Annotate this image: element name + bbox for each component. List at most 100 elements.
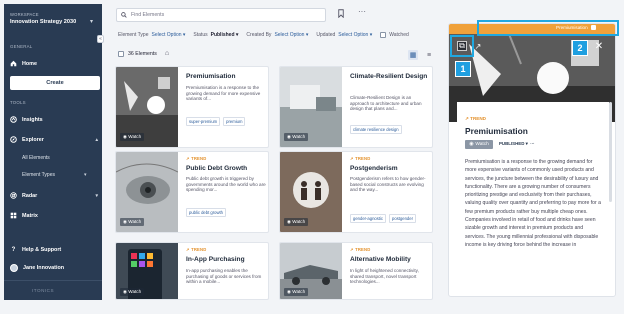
element-card[interactable]: ◉ Watch Climate-Resilient Design Climate… xyxy=(279,66,433,148)
card-description: Public debt growth is triggered by gover… xyxy=(186,176,266,193)
avatar xyxy=(10,263,18,272)
radar-icon xyxy=(10,192,17,199)
search-bar[interactable]: Find Elements xyxy=(116,8,326,22)
chevron-up-icon[interactable]: ▴ xyxy=(95,137,98,143)
filter-created-by-select[interactable]: Select Option ▾ xyxy=(274,32,308,38)
card-title: Postgenderism xyxy=(350,165,398,172)
element-card[interactable]: ◉ Watch ↗ TREND Public Debt Growth Publi… xyxy=(115,151,269,233)
annotation-badge-2: 2 xyxy=(572,40,588,56)
insights-icon xyxy=(10,116,17,123)
chevron-down-icon[interactable]: ▾ xyxy=(95,193,98,199)
filter-updated-select[interactable]: Select Option ▾ xyxy=(338,32,372,38)
watched-label: Watched xyxy=(389,31,409,38)
grid-view-icon[interactable]: ▦ xyxy=(408,50,418,60)
help-icon: ? xyxy=(11,246,16,253)
watch-badge[interactable]: ◉ Watch xyxy=(284,288,309,296)
card-description: Climate-Resilient Design is an approach … xyxy=(350,95,422,112)
sidebar-item-matrix[interactable]: Matrix xyxy=(10,210,98,221)
filter-updated-label: Updated xyxy=(316,31,336,38)
bookmark-icon[interactable] xyxy=(337,9,345,20)
watch-badge[interactable]: ◉ Watch xyxy=(120,288,145,296)
pin-icon xyxy=(590,25,596,30)
watched-checkbox[interactable] xyxy=(380,31,387,38)
filter-status-label: Status xyxy=(193,31,208,38)
card-description: In-app purchasing enables the purchasing… xyxy=(186,268,262,285)
list-view-icon[interactable]: ≡ xyxy=(424,50,434,60)
card-tags: public debt growth xyxy=(186,208,226,217)
card-tags: super-premium premium xyxy=(186,117,246,126)
sidebar-item-help[interactable]: ? Help & Support xyxy=(10,244,98,255)
tag[interactable]: gender-agnostic xyxy=(350,214,387,223)
panel-pin-label[interactable]: Premiumisation xyxy=(556,25,596,30)
search-icon xyxy=(121,12,127,18)
element-card[interactable]: ◉ Watch ↗ TREND Postgenderism Postgender… xyxy=(279,151,433,233)
card-tags: gender-agnostic postgender xyxy=(350,214,416,223)
workspace-name[interactable]: Innovation Strategy 2030 xyxy=(10,19,76,25)
watch-badge[interactable]: ◉ Watch xyxy=(284,133,309,141)
trend-label: ↗ TREND xyxy=(186,156,207,161)
create-button[interactable]: Create xyxy=(10,76,100,90)
watch-badge[interactable]: ◉ Watch xyxy=(284,218,309,226)
card-title: Premiumisation xyxy=(186,73,236,80)
card-description: Premiumisation is a response to the grow… xyxy=(186,85,261,102)
detail-panel: ↗ TREND Premiumisation ◉ Watch PUBLISHED… xyxy=(448,23,616,297)
collapse-sidebar-button[interactable]: « xyxy=(97,35,104,43)
search-input[interactable]: Find Elements xyxy=(131,12,164,18)
sidebar-item-home[interactable]: Home xyxy=(10,58,98,69)
sidebar-item-label: Matrix xyxy=(22,212,38,219)
annotation-badge-1: 1 xyxy=(455,61,471,77)
trend-label: ↗ TREND xyxy=(465,116,486,121)
sidebar-item-label: Home xyxy=(22,60,37,67)
panel-content: ↗ TREND Premiumisation ◉ Watch PUBLISHED… xyxy=(457,102,609,296)
select-all-checkbox[interactable] xyxy=(118,50,124,57)
more-icon[interactable]: ··· xyxy=(358,7,366,16)
sidebar-item-all-elements[interactable]: All Elements xyxy=(22,155,50,161)
filter-bar: Element Type Select Option ▾ Status Publ… xyxy=(118,30,409,39)
tag[interactable]: public debt growth xyxy=(186,208,226,217)
card-title: Alternative Mobility xyxy=(350,256,411,263)
sidebar: WORKSPACE Innovation Strategy 2030 ▾ GEN… xyxy=(4,4,102,300)
filter-status-select[interactable]: Published ▾ xyxy=(211,32,239,38)
sidebar-divider xyxy=(4,280,102,281)
trend-label: ↗ TREND xyxy=(350,247,371,252)
workspace-chevron-icon[interactable]: ▾ xyxy=(90,18,93,25)
tag[interactable]: climate resilience design xyxy=(350,125,402,134)
user-menu[interactable]: Jane Innovation xyxy=(10,262,98,273)
panel-scrollbar[interactable] xyxy=(609,102,612,202)
matrix-icon xyxy=(10,212,17,219)
element-card[interactable]: ◉ Watch ↗ TREND In-App Purchasing In-app… xyxy=(115,242,269,300)
filter-element-type-select[interactable]: Select Option ▾ xyxy=(151,32,185,38)
sidebar-item-element-types[interactable]: Element Types ▾ xyxy=(22,172,87,178)
element-card[interactable]: ◉ Watch Premiumisation Premiumisation is… xyxy=(115,66,269,148)
home-icon xyxy=(10,60,17,67)
panel-title: Premiumisation xyxy=(465,126,528,136)
watch-badge[interactable]: ◉ Watch xyxy=(120,218,145,226)
elements-count-row: 36 Elements ⌂ xyxy=(118,50,169,57)
watch-badge[interactable]: ◉ Watch xyxy=(120,133,145,141)
tag-icon[interactable]: ⌂ xyxy=(165,50,169,57)
card-title: Public Debt Growth xyxy=(186,165,248,172)
user-name: Jane Innovation xyxy=(23,264,65,271)
tag[interactable]: super-premium xyxy=(186,117,221,126)
filter-created-by-label: Created By xyxy=(246,31,272,38)
sidebar-item-radar[interactable]: Radar ▾ xyxy=(10,190,98,201)
watch-button[interactable]: ◉ Watch xyxy=(465,140,493,149)
annotation-highlight-1 xyxy=(450,35,474,57)
element-card[interactable]: ◉ Watch ↗ TREND Alternative Mobility In … xyxy=(279,242,433,300)
tag[interactable]: postgender xyxy=(389,214,416,223)
brand-logo: ITONICS xyxy=(32,288,55,293)
panel-description: Premiumisation is a response to the grow… xyxy=(465,159,601,248)
tag[interactable]: premium xyxy=(223,117,246,126)
sidebar-item-insights[interactable]: Insights xyxy=(10,114,98,125)
trend-label: ↗ TREND xyxy=(350,156,371,161)
sidebar-item-explorer[interactable]: Explorer ▴ xyxy=(10,134,98,145)
card-title: In-App Purchasing xyxy=(186,256,245,263)
card-title: Climate-Resilient Design xyxy=(350,73,428,80)
close-icon[interactable]: ✕ xyxy=(594,41,604,52)
sidebar-item-label: Help & Support xyxy=(22,246,62,253)
explorer-icon xyxy=(10,136,17,143)
chevron-down-icon[interactable]: ▾ xyxy=(84,172,87,178)
status-dropdown[interactable]: PUBLISHED ▾ ··· xyxy=(499,141,535,147)
share-icon[interactable]: ↗ xyxy=(473,41,483,51)
trend-label: ↗ TREND xyxy=(186,247,207,252)
